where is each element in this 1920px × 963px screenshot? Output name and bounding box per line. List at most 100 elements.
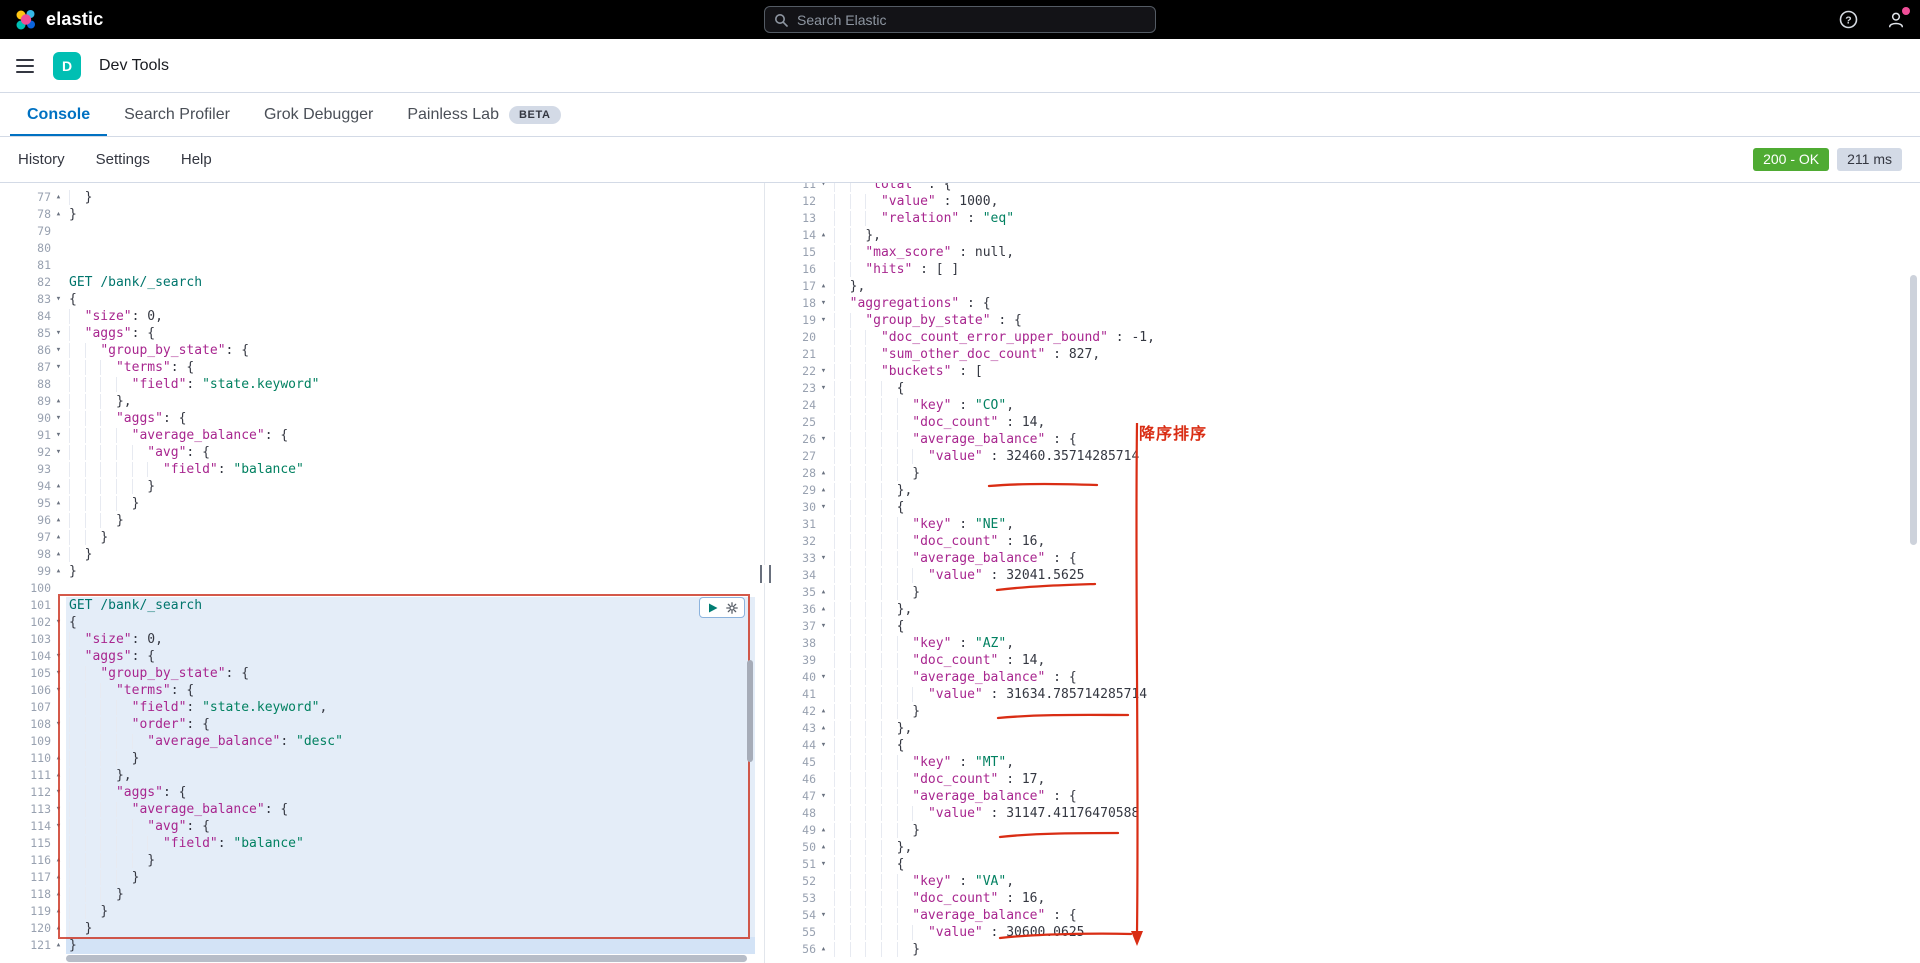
fold-toggle-icon[interactable]: ▴ (51, 189, 66, 206)
fold-toggle-icon[interactable]: ▴ (51, 767, 66, 784)
request-options-button[interactable] (726, 602, 738, 614)
code-text[interactable]: } (66, 546, 755, 563)
tab-search-profiler[interactable]: Search Profiler (107, 93, 247, 136)
code-line-115[interactable]: 115 "field": "balance" (0, 835, 755, 852)
fold-toggle-icon[interactable]: ▾ (51, 410, 66, 427)
code-text[interactable]: } (66, 478, 755, 495)
code-text[interactable]: "size": 0, (66, 631, 755, 648)
fold-toggle-icon[interactable]: ▴ (51, 495, 66, 512)
code-line-78[interactable]: 78▴} (0, 206, 755, 223)
tab-console[interactable]: Console (10, 93, 107, 136)
code-line-91[interactable]: 91▾ "average_balance": { (0, 427, 755, 444)
code-text[interactable]: { (66, 614, 755, 631)
code-line-81[interactable]: 81 (0, 257, 755, 274)
space-avatar[interactable]: D (53, 52, 81, 80)
fold-toggle-icon[interactable]: ▾ (51, 359, 66, 376)
fold-toggle-icon[interactable]: ▾ (51, 648, 66, 665)
code-text[interactable]: } (66, 937, 755, 954)
code-line-103[interactable]: 103 "size": 0, (0, 631, 755, 648)
code-line-108[interactable]: 108▾ "order": { (0, 716, 755, 733)
fold-toggle-icon[interactable]: ▴ (816, 703, 831, 720)
fold-toggle-icon[interactable]: ▾ (51, 291, 66, 308)
fold-toggle-icon[interactable]: ▴ (816, 839, 831, 856)
fold-toggle-icon[interactable]: ▴ (816, 584, 831, 601)
code-text[interactable]: }, (66, 767, 755, 784)
menu-item-help[interactable]: Help (181, 151, 212, 168)
fold-toggle-icon[interactable]: ▾ (816, 618, 831, 635)
code-text[interactable]: } (66, 903, 755, 920)
fold-toggle-icon[interactable]: ▾ (51, 614, 66, 631)
code-line-83[interactable]: 83▾{ (0, 291, 755, 308)
code-text[interactable] (66, 580, 755, 597)
code-line-82[interactable]: 82GET /bank/_search (0, 274, 755, 291)
code-text[interactable]: "avg": { (66, 444, 755, 461)
fold-toggle-icon[interactable]: ▴ (816, 941, 831, 958)
code-text[interactable]: } (66, 189, 755, 206)
fold-toggle-icon[interactable]: ▴ (51, 750, 66, 767)
fold-toggle-icon[interactable]: ▾ (816, 669, 831, 686)
code-text[interactable]: } (66, 869, 755, 886)
code-line-86[interactable]: 86▾ "group_by_state": { (0, 342, 755, 359)
code-text[interactable]: "aggs": { (66, 648, 755, 665)
fold-toggle-icon[interactable]: ▾ (816, 295, 831, 312)
code-line-95[interactable]: 95▴ } (0, 495, 755, 512)
menu-item-settings[interactable]: Settings (96, 151, 150, 168)
code-line-107[interactable]: 107 "field": "state.keyword", (0, 699, 755, 716)
code-line-84[interactable]: 84 "size": 0, (0, 308, 755, 325)
fold-toggle-icon[interactable]: ▴ (51, 563, 66, 580)
code-line-113[interactable]: 113▾ "average_balance": { (0, 801, 755, 818)
code-text[interactable]: "aggs": { (66, 410, 755, 427)
code-line-100[interactable]: 100 (0, 580, 755, 597)
menu-item-history[interactable]: History (18, 151, 65, 168)
fold-toggle-icon[interactable]: ▴ (51, 869, 66, 886)
code-text[interactable]: } (66, 529, 755, 546)
panel-splitter[interactable] (755, 183, 775, 963)
fold-toggle-icon[interactable]: ▾ (816, 856, 831, 873)
fold-toggle-icon[interactable]: ▴ (51, 903, 66, 920)
code-text[interactable]: } (66, 852, 755, 869)
code-line-106[interactable]: 106▾ "terms": { (0, 682, 755, 699)
help-icon[interactable]: ? (1839, 10, 1858, 29)
fold-toggle-icon[interactable]: ▾ (816, 431, 831, 448)
code-text[interactable]: { (66, 291, 755, 308)
code-line-101[interactable]: 101GET /bank/_search (0, 597, 755, 614)
user-profile-icon[interactable] (1886, 10, 1906, 30)
left-editor-vertical-scrollbar[interactable] (747, 660, 753, 762)
code-line-90[interactable]: 90▾ "aggs": { (0, 410, 755, 427)
elastic-logo[interactable]: elastic (14, 8, 103, 32)
code-line-97[interactable]: 97▴ } (0, 529, 755, 546)
code-line-88[interactable]: 88 "field": "state.keyword" (0, 376, 755, 393)
fold-toggle-icon[interactable]: ▾ (816, 183, 831, 193)
fold-toggle-icon[interactable]: ▴ (816, 227, 831, 244)
code-text[interactable]: "size": 0, (66, 308, 755, 325)
code-line-87[interactable]: 87▾ "terms": { (0, 359, 755, 376)
code-line-117[interactable]: 117▴ } (0, 869, 755, 886)
search-input[interactable] (795, 11, 1146, 29)
code-text[interactable]: } (66, 563, 755, 580)
code-line-104[interactable]: 104▾ "aggs": { (0, 648, 755, 665)
code-text[interactable]: "field": "state.keyword" (66, 376, 755, 393)
tab-grok-debugger[interactable]: Grok Debugger (247, 93, 390, 136)
code-text[interactable]: } (66, 206, 755, 223)
code-text[interactable]: "field": "balance" (66, 461, 755, 478)
fold-toggle-icon[interactable]: ▾ (816, 363, 831, 380)
code-text[interactable]: } (66, 886, 755, 903)
code-text[interactable]: "aggs": { (66, 325, 755, 342)
code-text[interactable]: } (66, 920, 755, 937)
code-line-79[interactable]: 79 (0, 223, 755, 240)
code-text[interactable]: "group_by_state": { (66, 665, 755, 682)
fold-toggle-icon[interactable]: ▾ (51, 427, 66, 444)
tab-painless-lab[interactable]: Painless Lab BETA (390, 93, 577, 136)
code-text[interactable]: "field": "state.keyword", (66, 699, 755, 716)
code-text[interactable]: "avg": { (66, 818, 755, 835)
code-text[interactable]: "field": "balance" (66, 835, 755, 852)
fold-toggle-icon[interactable]: ▴ (51, 512, 66, 529)
fold-toggle-icon[interactable]: ▴ (51, 393, 66, 410)
code-text[interactable] (66, 257, 755, 274)
global-search[interactable] (764, 6, 1156, 33)
fold-toggle-icon[interactable]: ▴ (816, 822, 831, 839)
fold-toggle-icon[interactable]: ▾ (816, 312, 831, 329)
send-request-button[interactable] (707, 602, 719, 614)
fold-toggle-icon[interactable]: ▴ (51, 852, 66, 869)
fold-toggle-icon[interactable]: ▾ (51, 342, 66, 359)
